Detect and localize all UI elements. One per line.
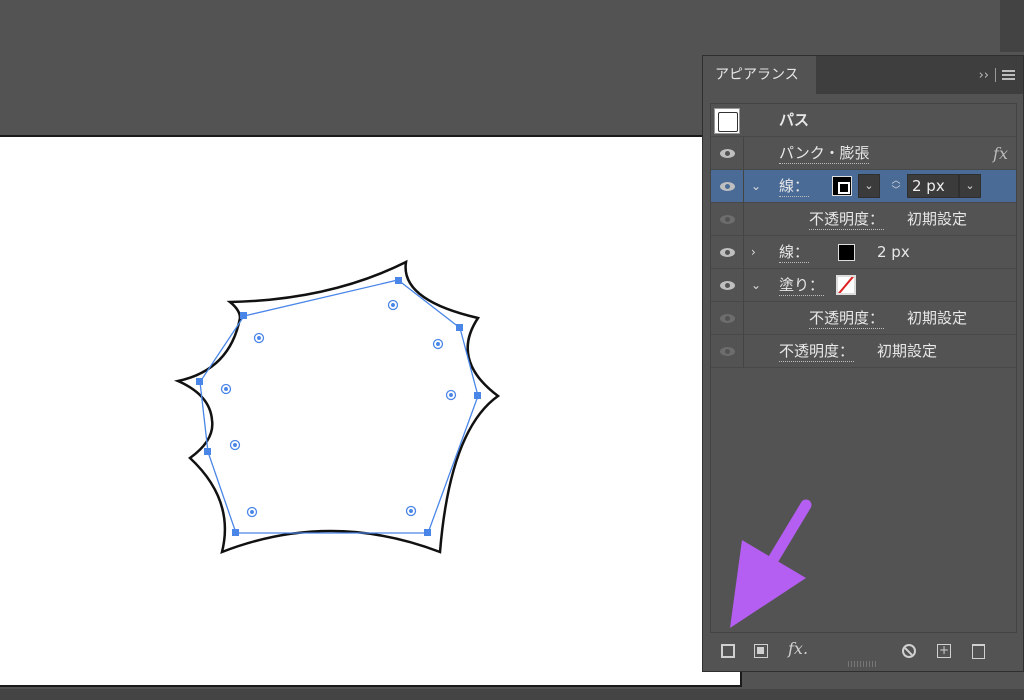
annotation-arrow [730, 499, 812, 628]
